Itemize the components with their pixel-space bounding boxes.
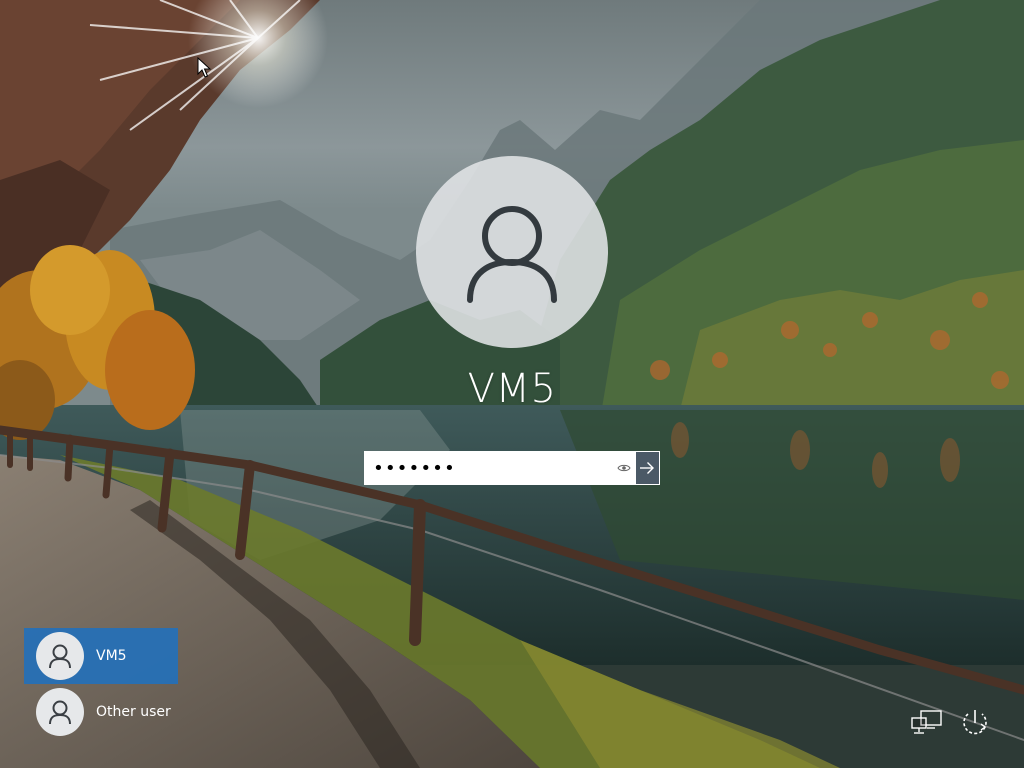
avatar	[36, 632, 84, 680]
user-tile-label: Other user	[96, 704, 171, 720]
power-button[interactable]	[958, 706, 992, 740]
arrow-right-icon	[640, 462, 655, 474]
account-avatar	[416, 156, 608, 348]
user-icon	[467, 206, 557, 303]
mouse-cursor-icon	[197, 57, 211, 78]
power-icon	[963, 710, 987, 735]
user-icon	[49, 700, 71, 725]
user-tile-label: VM5	[96, 648, 127, 664]
password-input[interactable]	[365, 452, 613, 484]
avatar	[36, 688, 84, 736]
user-icon	[49, 644, 71, 669]
network-button[interactable]	[910, 706, 944, 740]
user-switcher: VM5 Other user	[24, 628, 178, 740]
lock-screen: VM5 VM5	[0, 0, 1024, 768]
submit-button[interactable]	[635, 452, 659, 484]
reveal-password-button[interactable]	[613, 452, 636, 484]
network-icon	[911, 710, 942, 734]
password-box	[364, 451, 660, 485]
eye-icon	[617, 464, 631, 472]
account-name: VM5	[467, 366, 557, 412]
user-tile-vm5[interactable]: VM5	[24, 628, 178, 684]
user-tile-other-user[interactable]: Other user	[24, 684, 178, 740]
